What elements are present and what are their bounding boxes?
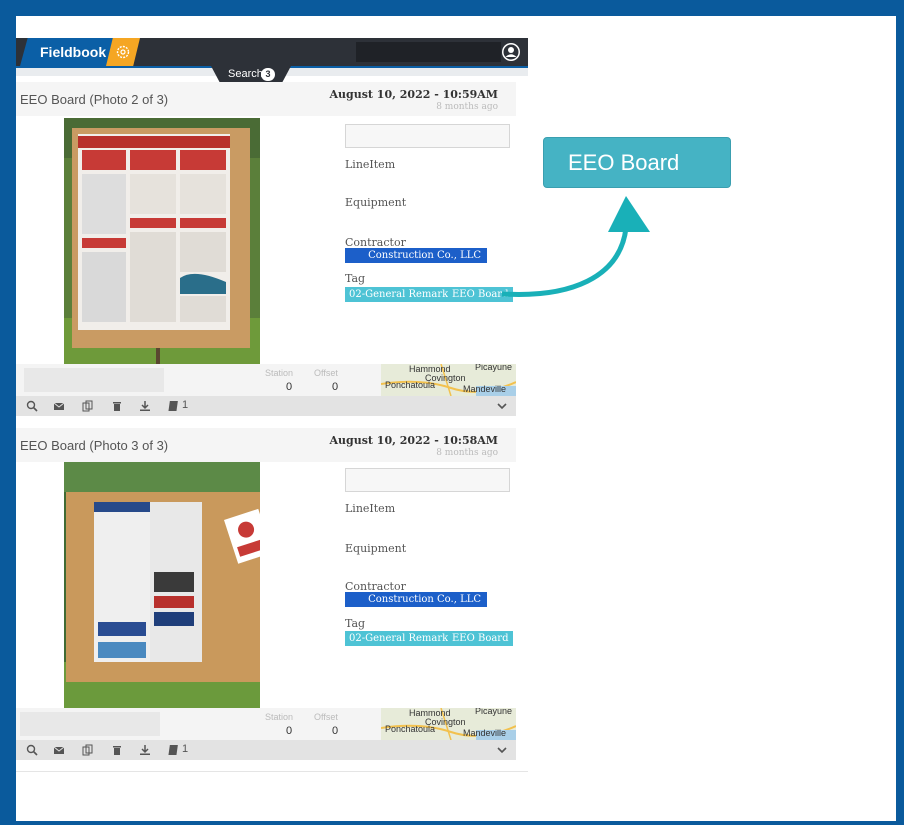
note-field[interactable] [345,468,510,492]
equipment-label: Equipment [345,196,407,209]
trash-icon[interactable] [111,400,123,412]
search-tab-label: Search [228,68,263,80]
station-offset-row: Station 0 Offset 0 Hammond Picayune Covi… [16,364,516,396]
equipment-label: Equipment [345,542,407,555]
list-end-divider [16,771,528,772]
trash-icon[interactable] [111,744,123,756]
user-icon[interactable] [501,42,521,62]
note-field[interactable] [345,124,510,148]
zoom-icon[interactable] [26,744,38,756]
station-label: Station [265,712,294,722]
tag-label: Tag [345,617,366,630]
chevron-down-icon[interactable] [496,400,508,412]
location-map[interactable]: Hammond Picayune Covington Ponchatoula M… [381,364,516,396]
location-field[interactable] [24,368,164,392]
fieldbook-app: Fieldbook Search 3 EEO Board (Photo 2 of… [16,38,528,773]
tag-chip[interactable]: 02-General Remarks [345,287,458,302]
card-title: EEO Board (Photo 2 of 3) [20,92,169,107]
offset-label: Offset [314,712,338,722]
attachment-icon[interactable] [168,400,180,412]
card-toolbar: 1 [16,396,516,416]
card-relative-time: 8 months ago [436,448,498,458]
map-label: Ponchatoula [385,380,436,390]
card-date: August 10, 2022 - 10:59AM [329,88,498,101]
zoom-icon[interactable] [26,400,38,412]
location-map[interactable]: Hammond Picayune Covington Ponchatoula M… [381,708,516,740]
annotation-arrow [501,196,650,297]
card-header: EEO Board (Photo 3 of 3) August 10, 2022… [16,428,516,462]
download-icon[interactable] [139,744,151,756]
card-title: EEO Board (Photo 3 of 3) [20,438,169,453]
tag-label: Tag [345,272,366,285]
attachment-icon[interactable] [168,744,180,756]
brand-logo[interactable]: Fieldbook [20,38,116,66]
photo-thumbnail[interactable] [64,118,260,364]
card-date: August 10, 2022 - 10:58AM [329,434,498,447]
card-header: EEO Board (Photo 2 of 3) August 10, 2022… [16,82,516,116]
attachment-count: 1 [182,399,189,411]
tag-chip[interactable]: EEO Board [448,631,513,646]
navbar-search-field[interactable] [356,42,501,62]
map-label: Ponchatoula [385,724,436,734]
search-count-badge: 3 [261,68,275,81]
station-value: 0 [286,725,293,737]
offset-value: 0 [332,381,339,393]
lineitem-label: LineItem [345,502,396,515]
annotation-callout: EEO Board [543,137,731,188]
map-label: Mandeville [463,728,507,738]
map-label: Mandeville [463,384,507,394]
photo-card: EEO Board (Photo 3 of 3) August 10, 2022… [16,428,516,763]
email-icon[interactable] [53,744,65,756]
map-label: Picayune [475,708,513,716]
offset-label: Offset [314,368,338,378]
map-label: Picayune [475,364,513,372]
photo-card: EEO Board (Photo 2 of 3) August 10, 2022… [16,82,516,417]
chevron-down-icon[interactable] [496,744,508,756]
contractor-chip[interactable]: Construction Co., LLC [345,248,487,263]
download-icon[interactable] [139,400,151,412]
card-toolbar: 1 [16,740,516,760]
brand-name: Fieldbook [40,44,107,60]
email-icon[interactable] [53,400,65,412]
contractor-chip[interactable]: Construction Co., LLC [345,592,487,607]
photo-thumbnail[interactable] [64,462,260,708]
navbar: Fieldbook [16,38,528,66]
station-offset-row: Station 0 Offset 0 Hammond Picayune Covi… [16,708,516,740]
lineitem-label: LineItem [345,158,396,171]
annotation-label: EEO Board [568,150,680,175]
station-value: 0 [286,381,293,393]
attachment-count: 1 [182,743,189,755]
location-field[interactable] [20,712,160,736]
copy-icon[interactable] [82,400,94,412]
settings-icon [116,45,130,59]
offset-value: 0 [332,725,339,737]
station-label: Station [265,368,294,378]
copy-icon[interactable] [82,744,94,756]
tag-chip[interactable]: 02-General Remarks [345,631,458,646]
card-relative-time: 8 months ago [436,102,498,112]
